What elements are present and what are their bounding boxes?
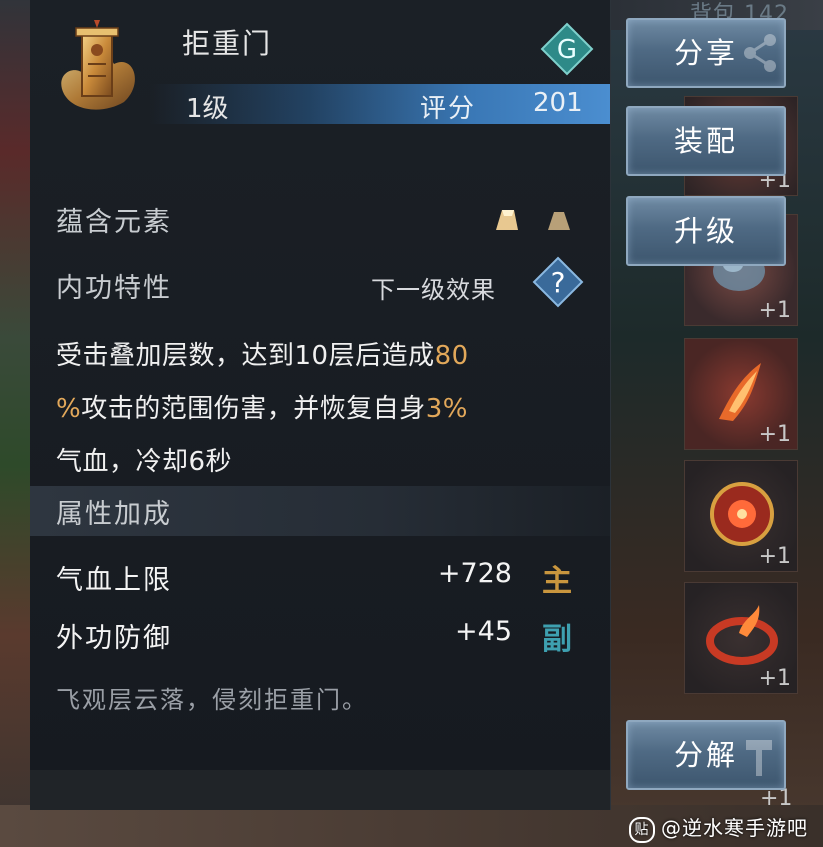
decompose-button-label: 分解 [673,738,738,772]
upgrade-button[interactable]: 升级 [626,196,786,266]
gold-element-icon-dim [548,212,570,230]
watermark-text: @逆水寒手游吧 [661,816,808,840]
slot-count: +1 [758,298,791,323]
flavor-text: 飞观层云落，侵刻拒重门。 [56,686,368,714]
elements-label: 蕴含元素 [56,207,172,238]
tieba-logo-icon: 贴 [629,816,655,843]
attr-value-def: +45 [455,616,512,647]
attribute-bonus-header: 属性加成 [56,499,172,530]
attr-value-hp: +728 [437,558,512,589]
item-name: 拒重门 [182,27,273,60]
equip-button[interactable]: 装配 [626,106,786,176]
panel-footer-band [30,770,610,810]
neigong-trait-label: 内功特性 [56,273,172,304]
hammer-icon [746,740,772,776]
desc-line-2: %攻击的范围伤害，并恢复自身3% [56,394,468,424]
share-button[interactable]: 分享 [626,18,786,88]
watermark: 贴 @逆水寒手游吧 [629,812,808,843]
inventory-slot[interactable]: +1 [684,338,798,450]
desc-line-3: 气血，冷却6秒 [56,447,233,477]
question-mark-icon[interactable]: ? [530,254,586,310]
slot-count: +1 [758,544,791,569]
upgrade-button-label: 升级 [673,214,738,248]
share-icon [744,34,776,72]
door-pillar-badge-icon [61,20,135,110]
attr-name-def: 外功防御 [56,623,172,654]
background-left-edge [0,0,30,847]
equip-button-label: 装配 [673,124,738,158]
attr-name-hp: 气血上限 [56,565,172,596]
inventory-slot[interactable]: +1 [684,582,798,694]
desc-line-1: 受击叠加层数，达到10层后造成80 [56,341,469,371]
element-icons [496,210,570,230]
svg-text:?: ? [551,266,566,299]
slot-count: +1 [758,422,791,447]
attr-tag-main: 主 [542,564,572,599]
slot-count: +1 [758,666,791,691]
score-label: 评分 [420,94,477,124]
lock-letter: G [557,35,577,65]
next-level-effect-link[interactable]: 下一级效果 [371,270,496,305]
item-level: 1级 [186,94,229,124]
inventory-slot[interactable]: +1 [684,460,798,572]
lock-status-icon[interactable]: G [540,22,594,76]
decompose-button[interactable]: 分解 [626,720,786,790]
trait-description: 受击叠加层数，达到10层后造成80 %攻击的范围伤害，并恢复自身3% 气血，冷却… [56,330,586,489]
attr-tag-sub: 副 [542,622,572,657]
gold-element-icon [496,210,518,230]
share-button-label: 分享 [673,36,738,70]
score-value: 201 [533,88,583,118]
